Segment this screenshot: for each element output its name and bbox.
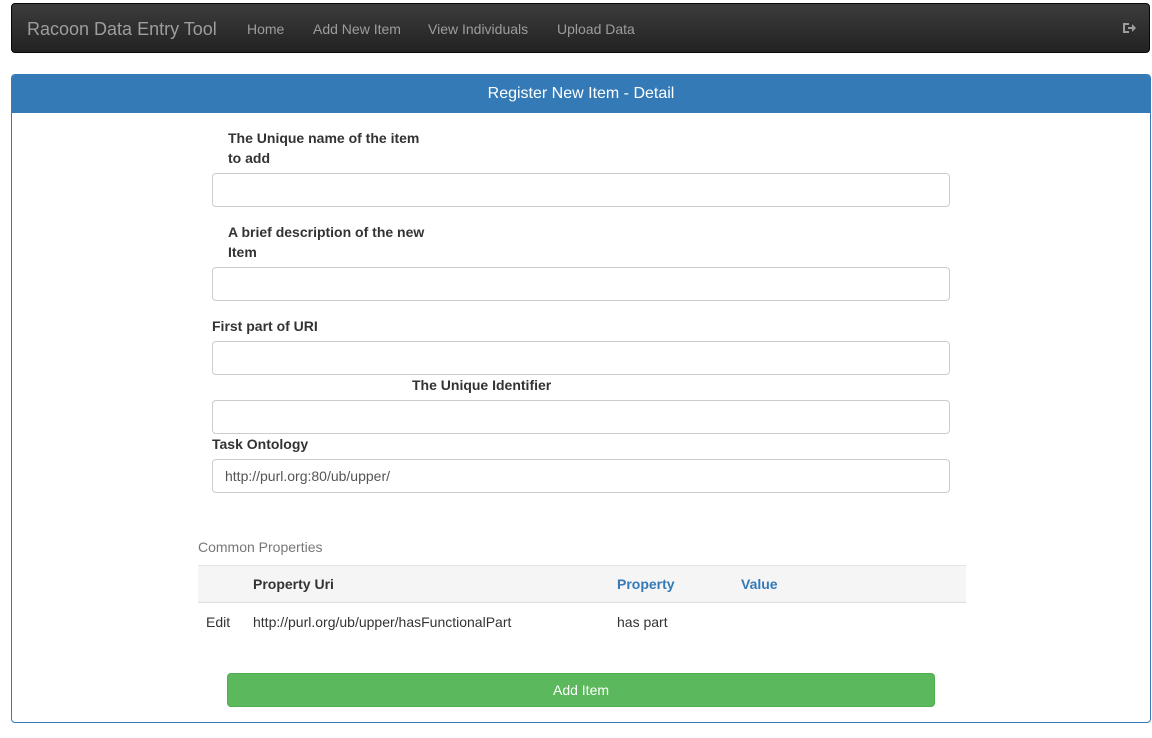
nav-home[interactable]: Home [247,20,284,38]
add-item-button[interactable]: Add Item [227,673,935,707]
value-cell [733,603,966,641]
header-property-uri: Property Uri [245,565,609,603]
property-uri-cell: http://purl.org/ub/upper/hasFunctionalPa… [253,613,512,630]
property-cell: has part [617,613,668,630]
register-panel: Register New Item - Detail The Unique na… [11,74,1151,723]
sign-out-icon[interactable] [1121,20,1137,36]
uri-input[interactable] [212,341,950,375]
properties-caption: Common Properties [198,539,323,555]
description-input[interactable] [212,267,950,301]
edit-link[interactable]: Edit [198,603,245,641]
uri-label: First part of URI [212,318,318,334]
header-property[interactable]: Property [609,565,733,603]
top-navbar: Racoon Data Entry Tool Home Add New Item… [11,3,1150,53]
ontology-input[interactable]: http://purl.org:80/ub/upper/ [212,459,950,493]
identifier-input[interactable] [212,400,950,434]
nav-view-individuals[interactable]: View Individuals [428,20,528,38]
description-label: A brief description of the new Item [228,224,425,260]
name-input[interactable] [212,173,950,207]
ontology-label: Task Ontology [212,436,309,452]
name-label: The Unique name of the item to add [228,130,420,166]
nav-add-new-item[interactable]: Add New Item [313,20,401,38]
table-row: Edit http://purl.org/ub/upper/hasFunctio… [198,603,966,641]
header-value[interactable]: Value [733,565,966,603]
nav-upload-data[interactable]: Upload Data [557,20,635,38]
panel-title: Register New Item - Detail [12,75,1150,113]
app-brand[interactable]: Racoon Data Entry Tool [27,19,217,39]
header-action [198,565,245,603]
table-header-row: Property Uri Property Value [198,565,966,603]
identifier-label: The Unique Identifier [412,377,552,393]
properties-table: Property Uri Property Value Edit http://… [198,565,966,640]
